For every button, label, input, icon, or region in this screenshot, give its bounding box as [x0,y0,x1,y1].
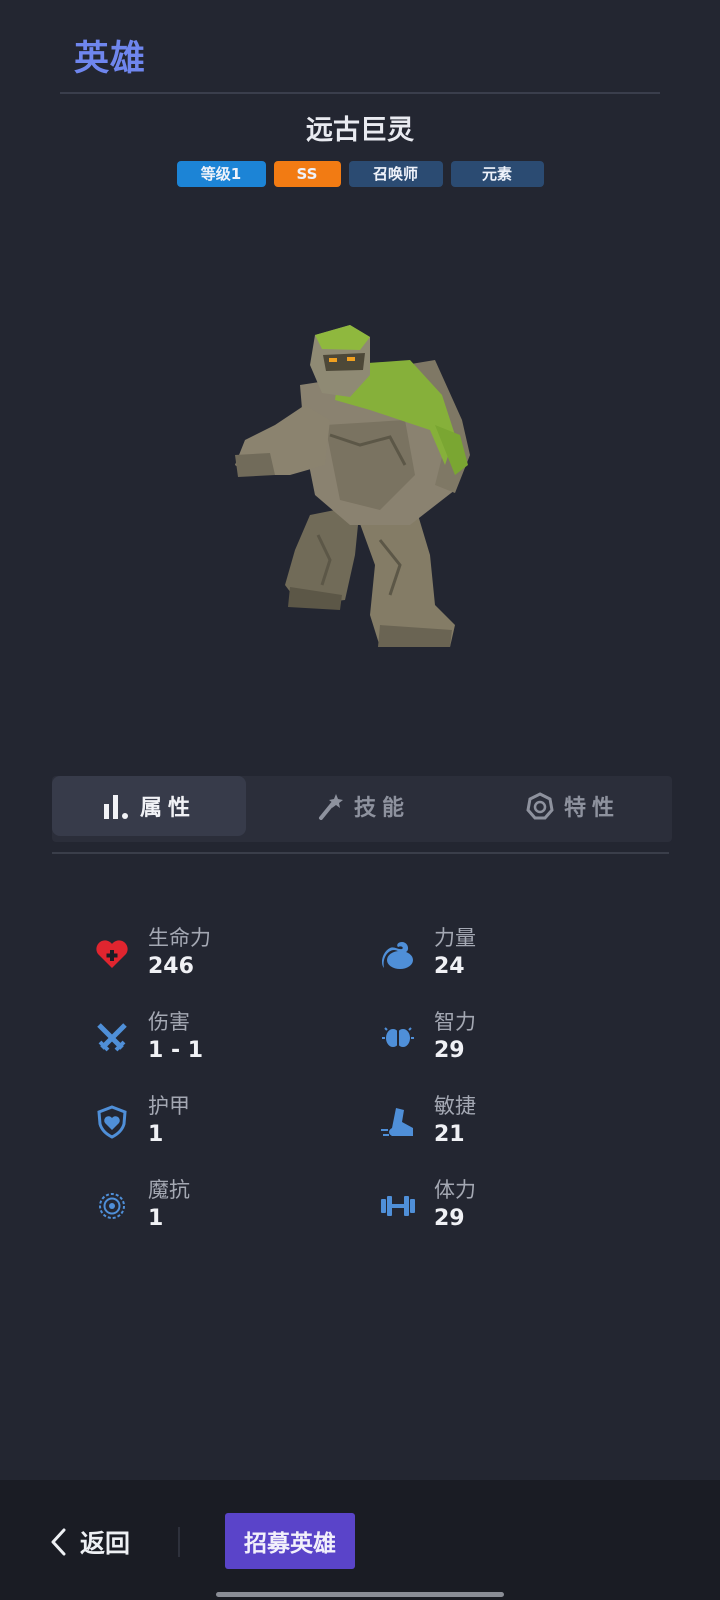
tab-skills-label: 技能 [353,796,410,821]
stat-intelligence-label: 智力 [434,1010,476,1034]
stat-strength-value: 24 [434,954,465,979]
stat-damage-value: 1 - 1 [148,1038,204,1063]
stat-magic-resist-label: 魔抗 [148,1178,190,1202]
rank-badge: SS [273,161,341,187]
shield-icon [97,1105,127,1139]
magic-wand-icon [318,794,343,820]
hero-tags: 等级1 SS 召唤师 元素 [0,161,720,187]
stat-strength-label: 力量 [434,926,476,950]
stat-health: 生命力 246 [94,922,334,992]
heart-icon [96,940,128,968]
class-badge: 召唤师 [348,161,443,187]
tab-bar: 属性 技能 特性 [52,776,672,842]
crossed-swords-icon [97,1023,127,1052]
stat-stamina: 体力 29 [380,1174,620,1244]
spiral-icon [99,1193,125,1219]
stat-armor-label: 护甲 [148,1094,190,1118]
stat-damage-label: 伤害 [148,1010,190,1034]
stat-stamina-label: 体力 [434,1178,476,1202]
hero-portrait [235,325,470,647]
tab-divider [52,852,669,854]
stat-health-value: 246 [148,954,194,979]
stat-agility-label: 敏捷 [434,1094,476,1118]
level-badge: 等级1 [176,161,266,187]
stat-strength: 力量 24 [380,922,620,992]
chevron-left-icon [51,1528,66,1556]
tab-skills[interactable]: 技能 [267,776,461,836]
bottom-bar-separator [178,1527,180,1557]
home-indicator[interactable] [216,1592,504,1597]
tab-traits[interactable]: 特性 [476,776,670,836]
tab-attributes-label: 属性 [139,796,196,821]
hero-name: 远古巨灵 [306,115,414,146]
bicep-icon [382,942,413,969]
tab-traits-label: 特性 [563,796,620,821]
page-title: 英雄 [74,39,147,79]
stat-damage: 伤害 1 - 1 [94,1006,334,1076]
stat-health-label: 生命力 [148,926,211,950]
stat-agility-value: 21 [434,1122,465,1147]
type-badge: 元素 [450,161,544,187]
stat-intelligence-value: 29 [434,1038,465,1063]
back-button[interactable]: 返回 [50,1522,130,1562]
brain-icon [382,1027,414,1047]
stat-armor-value: 1 [148,1122,164,1147]
tab-attributes[interactable]: 属性 [52,776,246,836]
stat-magic-resist-value: 1 [148,1206,164,1231]
title-divider [60,92,660,94]
stat-agility: 敏捷 21 [380,1090,620,1160]
stat-intelligence: 智力 29 [380,1006,620,1076]
bar-chart-icon [103,795,128,819]
recruit-hero-button[interactable]: 招募英雄 [225,1513,355,1569]
badge-icon [526,792,554,820]
stat-armor: 护甲 1 [94,1090,334,1160]
stat-stamina-value: 29 [434,1206,465,1231]
boot-icon [381,1108,413,1136]
dumbbell-icon [381,1196,415,1216]
stat-magic-resist: 魔抗 1 [94,1174,334,1244]
back-button-label: 返回 [80,1529,131,1558]
